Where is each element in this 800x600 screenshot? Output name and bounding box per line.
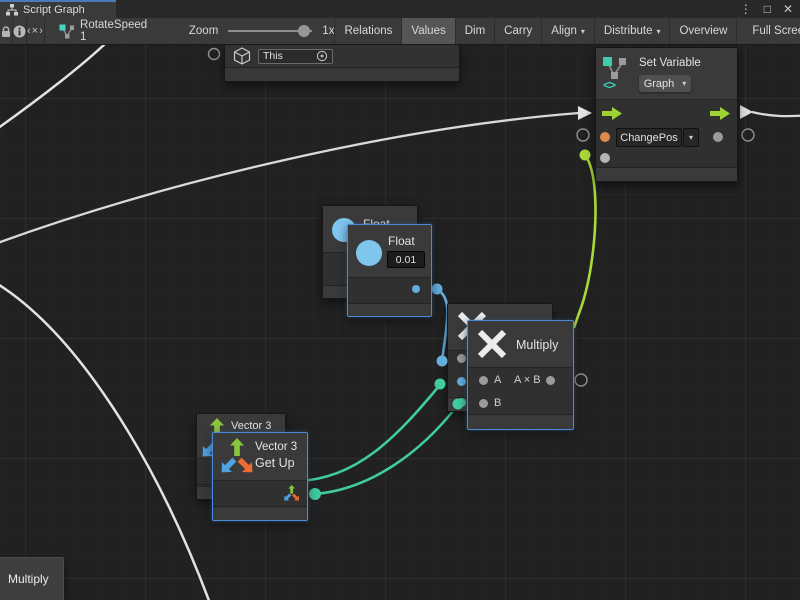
zoom-value: 1x: [322, 25, 334, 37]
node-title: Vector 3: [231, 420, 271, 432]
tab-title: Script Graph: [23, 4, 85, 16]
lock-button[interactable]: [0, 18, 13, 44]
flow-input-arrow[interactable]: [602, 107, 622, 120]
lock-icon: [0, 25, 12, 38]
tab-script-graph[interactable]: Script Graph: [0, 0, 116, 18]
set-variable-node[interactable]: <> Set Variable Graph ▾ ChangePos ▾: [595, 47, 738, 182]
float-value-field[interactable]: 0.01: [387, 251, 425, 268]
code-preview-button[interactable]: ‹×›: [27, 18, 45, 44]
zoom-control: Zoom 1x: [189, 18, 335, 44]
multiply-icon: [477, 329, 507, 359]
node-title: Set Variable: [639, 57, 701, 69]
node-title: Multiply: [8, 572, 49, 586]
node-title: Multiply: [516, 338, 558, 352]
input-b-label: B: [494, 397, 501, 409]
input-a-port[interactable]: [479, 376, 488, 385]
port-a-input[interactable]: [457, 354, 466, 363]
input-a-label: A: [494, 374, 501, 386]
distribute-dropdown[interactable]: Distribute▾: [594, 18, 670, 44]
multiply-node[interactable]: Multiply A A × B B: [467, 320, 574, 430]
chevron-down-icon: ▾: [581, 27, 585, 36]
gameobject-cube-icon: [233, 47, 251, 65]
output-port[interactable]: [546, 376, 555, 385]
this-object-field[interactable]: This: [258, 49, 333, 64]
full-screen-button[interactable]: Full Screen: [736, 18, 800, 44]
variable-name-field[interactable]: ChangePos: [616, 128, 682, 147]
variable-scope-dropdown[interactable]: Graph ▾: [639, 75, 691, 92]
code-brackets-icon: <>: [603, 78, 615, 92]
float-node[interactable]: Float 0.01: [347, 224, 432, 317]
graph-toolbar: ‹×› RotateSpeed 1 Zoom 1x Relations Valu…: [0, 18, 800, 45]
this-node[interactable]: This: [224, 44, 460, 82]
values-button[interactable]: Values: [401, 18, 454, 44]
toolbar-buttons: Relations Values Dim Carry Align▾ Distri…: [334, 18, 800, 44]
node-subtitle: Get Up: [255, 456, 295, 470]
window-close-icon[interactable]: ✕: [780, 0, 796, 18]
script-graph-icon: [59, 24, 74, 39]
align-dropdown[interactable]: Align▾: [541, 18, 594, 44]
flow-output-arrow[interactable]: [710, 107, 730, 120]
this-field-value: This: [263, 50, 283, 62]
vector3-icon: [219, 437, 255, 477]
window-maximize-icon[interactable]: □: [761, 0, 774, 18]
overview-button[interactable]: Overview: [669, 18, 736, 44]
zoom-slider-handle[interactable]: [298, 25, 310, 37]
node-title: Vector 3: [255, 441, 297, 453]
variable-name-caret-button[interactable]: ▾: [683, 128, 699, 147]
window-tab-bar: Script Graph ⋮ □ ✕: [0, 0, 800, 19]
window-menu-icon[interactable]: ⋮: [737, 0, 755, 18]
vector3-get-up-node[interactable]: Vector 3 Get Up: [212, 432, 308, 521]
dim-button[interactable]: Dim: [455, 18, 494, 44]
port-b-input-connected[interactable]: [457, 398, 466, 407]
value-input-port[interactable]: [600, 153, 610, 163]
relations-button[interactable]: Relations: [334, 18, 401, 44]
carry-button[interactable]: Carry: [494, 18, 541, 44]
graph-hierarchy-icon: [6, 4, 18, 16]
port-a-input-connected[interactable]: [457, 377, 466, 386]
graph-breadcrumb[interactable]: RotateSpeed 1: [45, 18, 163, 44]
object-picker-icon[interactable]: [316, 50, 328, 62]
float-output-port[interactable]: [412, 285, 420, 293]
vector3-output-port[interactable]: [283, 484, 301, 502]
multiply-node-corner[interactable]: Multiply: [0, 557, 64, 600]
output-label: A × B: [514, 374, 541, 386]
code-icon: ‹×›: [27, 25, 44, 37]
set-variable-icon: [602, 56, 630, 80]
float-icon: [356, 240, 382, 266]
variable-output-port[interactable]: [713, 132, 723, 142]
info-button[interactable]: [13, 18, 27, 44]
zoom-slider[interactable]: [228, 30, 312, 32]
info-icon: [13, 25, 26, 38]
graph-name: RotateSpeed 1: [80, 19, 149, 43]
node-title: Float: [388, 234, 415, 248]
chevron-down-icon: ▾: [656, 27, 660, 36]
zoom-label: Zoom: [189, 25, 218, 37]
variable-name-port[interactable]: [600, 132, 610, 142]
input-b-port[interactable]: [479, 399, 488, 408]
